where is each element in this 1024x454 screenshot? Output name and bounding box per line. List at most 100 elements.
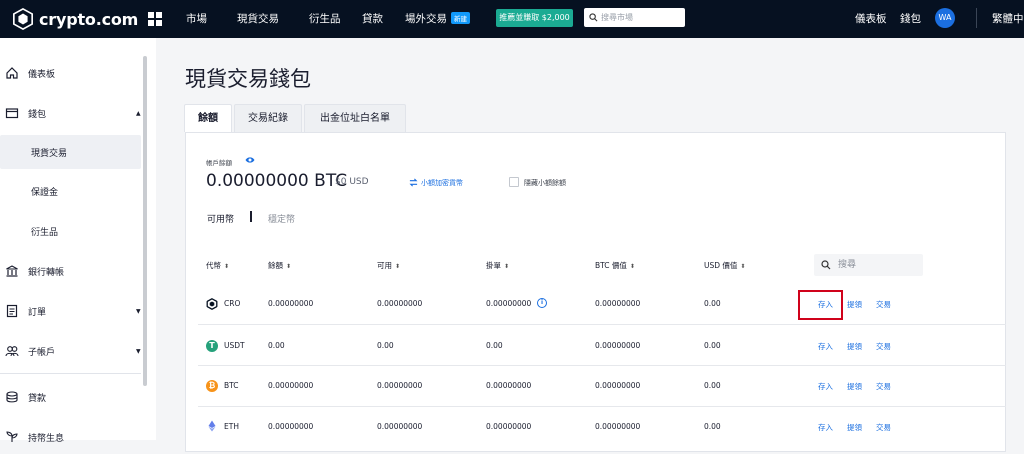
caret-up-icon: ▲ [136, 109, 141, 117]
language-selector[interactable]: 繁體中 [992, 11, 1024, 26]
orders-value: 0.00000000 [486, 381, 532, 390]
hide-small-balances-label: 隱藏小額餘額 [524, 179, 566, 187]
home-icon [6, 67, 18, 79]
table-search-placeholder: 搜尋 [838, 260, 857, 270]
withdraw-button[interactable]: 提領 [847, 299, 862, 310]
deposit-button[interactable]: 存入 [818, 341, 833, 352]
usdt-coin-icon: T [206, 340, 218, 352]
available-value: 0.00 [377, 341, 394, 350]
trade-button[interactable]: 交易 [876, 422, 891, 433]
sidebar-item-spot-trading[interactable]: 現貨交易 [0, 135, 141, 169]
row-divider [198, 324, 1006, 325]
sidebar-item-sub-accounts[interactable]: 子帳戶 ▼ [0, 334, 141, 368]
market-search-placeholder: 搜尋市場 [601, 13, 633, 22]
crypto-com-logo[interactable]: crypto.com [12, 8, 138, 30]
account-balance-label: 帳戶餘額 [206, 159, 232, 167]
sidebar-item-label: 現貨交易 [31, 148, 68, 159]
convert-small-balances-link[interactable]: 小額加密貨幣 [421, 178, 463, 188]
row-divider [198, 365, 1006, 366]
convert-icon[interactable] [409, 178, 418, 187]
column-header-token[interactable]: 代幣 ⬍ [206, 260, 229, 271]
new-badge: 新建 [451, 12, 470, 24]
orders-value: 0.00000000 [486, 422, 532, 431]
withdraw-button[interactable]: 提領 [847, 422, 862, 433]
trade-button[interactable]: 交易 [876, 381, 891, 392]
avatar[interactable]: WA [935, 8, 955, 28]
earn-icon [6, 431, 18, 442]
usd-value: 0.00 [704, 381, 721, 390]
divider [976, 8, 977, 28]
tab-separator [250, 211, 252, 222]
tab-withdrawal-whitelist[interactable]: 出金位址白名單 [304, 104, 406, 132]
sidebar-item-earn[interactable]: 持幣生息 [0, 420, 141, 454]
trade-button[interactable]: 交易 [876, 341, 891, 352]
nav-otc[interactable]: 場外交易 [405, 11, 447, 26]
apps-grid-icon[interactable] [148, 12, 162, 26]
coin-symbol: BTC [224, 381, 239, 390]
sidebar-item-orders[interactable]: 訂單 ▼ [0, 294, 141, 328]
column-header-btc-value[interactable]: BTC 價值 ⬍ [595, 260, 635, 271]
usd-value: 0.00 [704, 299, 721, 308]
tab-stablecoins[interactable]: 穩定幣 [268, 212, 295, 225]
nav-markets[interactable]: 市場 [186, 11, 207, 26]
column-header-label: 代幣 [206, 261, 221, 270]
sidebar-divider [0, 373, 141, 374]
info-icon[interactable]: i [537, 298, 547, 308]
coin-symbol: USDT [224, 341, 245, 350]
search-icon [821, 260, 831, 270]
market-search-input[interactable]: 搜尋市場 [584, 8, 685, 27]
caret-down-icon: ▼ [136, 307, 141, 315]
sidebar-item-wallet[interactable]: 錢包 ▲ [0, 96, 141, 130]
sidebar-item-dashboard[interactable]: 儀表板 [0, 56, 141, 90]
logo-text: crypto.com [39, 9, 139, 29]
tab-transaction-history[interactable]: 交易紀錄 [234, 104, 302, 132]
sort-icon: ⬍ [286, 263, 292, 270]
sidebar: 儀表板 錢包 ▲ 現貨交易 保證金 衍生品 銀行轉帳 訂單 ▼ 子帳戶 ▼ 貸款… [0, 38, 156, 444]
nav-wallet[interactable]: 錢包 [900, 11, 921, 26]
btc-value: 0.00000000 [595, 422, 641, 431]
withdraw-button[interactable]: 提領 [847, 381, 862, 392]
tab-available-coins[interactable]: 可用幣 [207, 212, 234, 225]
bitcoin-glyph: ₿ [208, 381, 216, 390]
sidebar-item-bank-transfer[interactable]: 銀行轉帳 [0, 254, 141, 288]
available-value: 0.00000000 [377, 299, 423, 308]
nav-loans[interactable]: 貸款 [362, 11, 383, 26]
coin-symbol: CRO [224, 299, 241, 308]
sidebar-scrollbar[interactable] [143, 56, 147, 386]
column-header-usd-value[interactable]: USD 價值 ⬍ [704, 260, 745, 271]
deposit-button[interactable]: 存入 [818, 381, 833, 392]
column-header-label: 掛單 [486, 261, 501, 270]
nav-dashboard[interactable]: 儀表板 [855, 11, 887, 26]
column-header-label: USD 價值 [704, 261, 738, 270]
sort-icon: ⬍ [740, 263, 746, 270]
referral-promo-button[interactable]: 推薦並賺取 $2,000 [496, 9, 573, 27]
sidebar-item-loans[interactable]: 貸款 [0, 380, 141, 414]
btc-value: 0.00000000 [595, 341, 641, 350]
sidebar-item-margin[interactable]: 保證金 [0, 174, 141, 208]
caret-down-icon: ▼ [136, 347, 141, 355]
nav-derivatives[interactable]: 衍生品 [309, 11, 341, 26]
tab-balance[interactable]: 餘額 [184, 104, 232, 132]
eye-icon[interactable] [245, 156, 255, 164]
usd-value: 0.00 [704, 422, 721, 431]
sort-icon: ⬍ [224, 263, 230, 270]
sidebar-item-derivatives[interactable]: 衍生品 [0, 214, 141, 248]
column-header-orders[interactable]: 掛單 ⬍ [486, 260, 509, 271]
column-header-label: 餘額 [268, 261, 283, 270]
trade-button[interactable]: 交易 [876, 299, 891, 310]
btc-value: 0.00000000 [595, 299, 641, 308]
orders-icon [6, 304, 18, 318]
balance-value: 0.00000000 [268, 422, 314, 431]
table-search-input[interactable]: 搜尋 [814, 254, 923, 276]
column-header-balance[interactable]: 餘額 ⬍ [268, 260, 291, 271]
deposit-button[interactable]: 存入 [818, 422, 833, 433]
balance-value: 0.00000000 [268, 381, 314, 390]
hide-small-balances-checkbox[interactable] [509, 177, 519, 187]
sidebar-item-label: 錢包 [28, 109, 47, 120]
cro-coin-icon [206, 298, 218, 310]
column-header-label: 可用 [377, 261, 392, 270]
balance-value: 0.00 [268, 341, 285, 350]
column-header-available[interactable]: 可用 ⬍ [377, 260, 400, 271]
withdraw-button[interactable]: 提領 [847, 341, 862, 352]
nav-spot-trading[interactable]: 現貨交易 [237, 11, 279, 26]
